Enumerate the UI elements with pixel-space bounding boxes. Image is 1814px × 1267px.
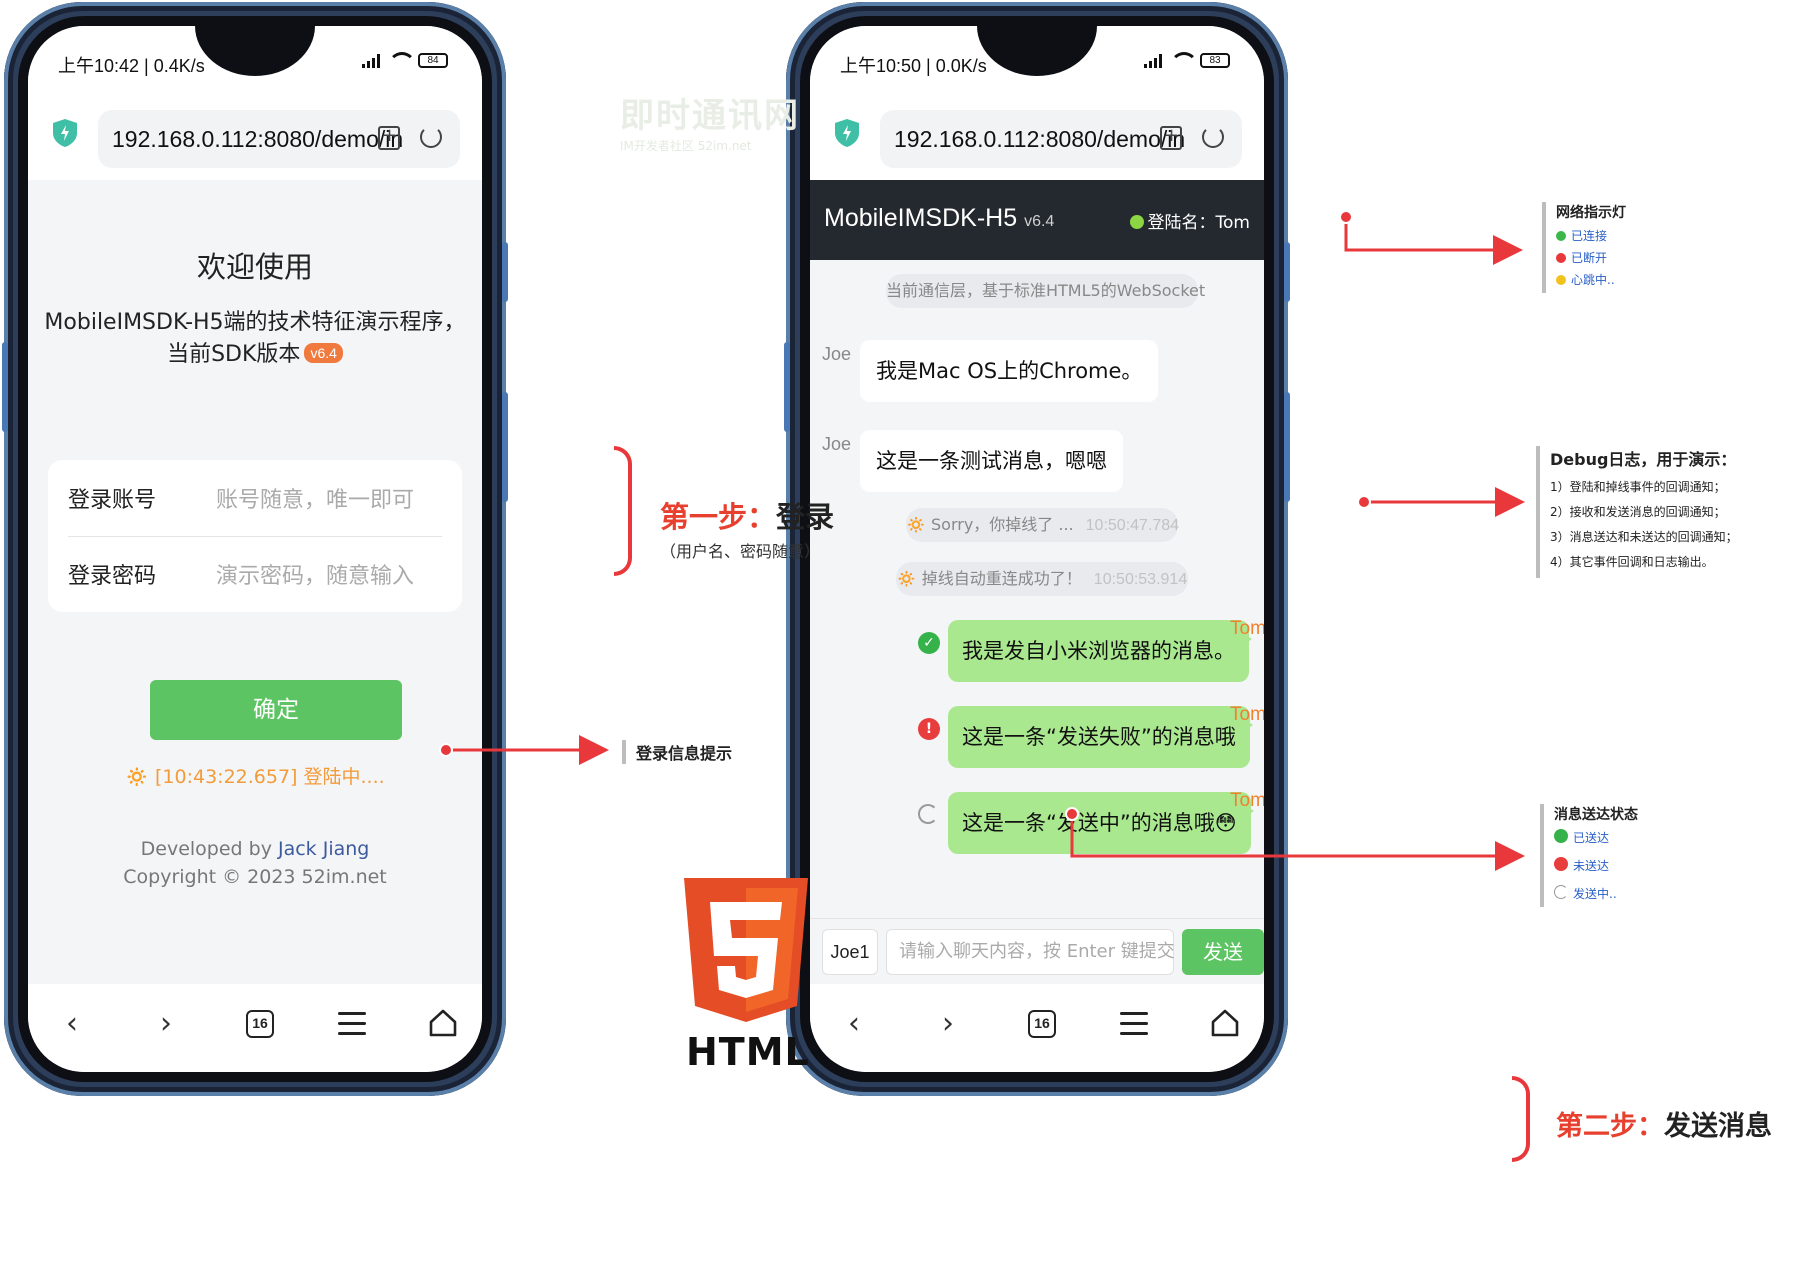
- step2-text: 发送消息: [1664, 1111, 1772, 1142]
- legend-connected: 已连接: [1556, 227, 1626, 244]
- debug-legend-title: Debug日志，用于演示：: [1550, 450, 1737, 469]
- step1-bracket: [614, 446, 632, 576]
- debug-line: 1）登陆和掉线事件的回调通知；: [1550, 480, 1726, 494]
- delivery-dot: [1065, 807, 1079, 821]
- login-tip-label: 登录信息提示: [622, 740, 732, 764]
- html5-logo-icon: [684, 878, 808, 1022]
- legend-connected-label: 已连接: [1571, 229, 1608, 243]
- legend-delivered: 已送达: [1554, 829, 1638, 846]
- network-legend: 网络指示灯 已连接 已断开 心跳中..: [1542, 202, 1626, 293]
- delivery-arrow: [1070, 814, 1525, 871]
- debug-legend: Debug日志，用于演示： 1）登陆和掉线事件的回调通知； 2）接收和发送消息的…: [1536, 446, 1738, 578]
- delivery-legend: 消息送达状态 已送达 未送达 发送中..: [1540, 804, 1638, 907]
- debug-line: 3）消息送达和未送达的回调通知；: [1550, 530, 1738, 544]
- legend-sending: 发送中..: [1554, 885, 1638, 902]
- failed-icon: [1554, 857, 1568, 871]
- delivery-legend-title: 消息送达状态: [1554, 807, 1638, 823]
- step2-prefix: 第二步：: [1556, 1111, 1664, 1142]
- annotation-arrows: [439, 210, 1525, 871]
- step1-subnote: （用户名、密码随意）: [660, 542, 821, 561]
- yellow-dot-icon: [1556, 275, 1566, 285]
- legend-disconnected: 已断开: [1556, 249, 1626, 266]
- step2-label: 第二步：发送消息: [1556, 1104, 1772, 1143]
- legend-failed: 未送达: [1554, 857, 1638, 874]
- step1-prefix: 第一步：: [660, 500, 777, 534]
- login-tip-dot: [439, 743, 453, 757]
- legend-failed-label: 未送达: [1573, 859, 1610, 873]
- red-dot-icon: [1556, 253, 1566, 263]
- network-dot: [1339, 210, 1353, 224]
- delivered-icon: [1554, 829, 1568, 843]
- legend-heartbeat: 心跳中..: [1556, 271, 1626, 288]
- step1-text: 登录: [776, 500, 835, 534]
- debug-dot: [1357, 495, 1371, 509]
- legend-sending-label: 发送中..: [1573, 887, 1617, 901]
- legend-heartbeat-label: 心跳中..: [1571, 273, 1615, 287]
- legend-disconnected-label: 已断开: [1571, 251, 1608, 265]
- step1-label: 第一步：登录: [660, 494, 834, 536]
- debug-line: 4）其它事件回调和日志输出。: [1550, 555, 1714, 569]
- html-label: HTML: [686, 1030, 810, 1074]
- legend-delivered-label: 已送达: [1573, 831, 1610, 845]
- debug-line: 2）接收和发送消息的回调通知；: [1550, 505, 1726, 519]
- sending-icon: [1554, 885, 1568, 899]
- green-dot-icon: [1556, 231, 1566, 241]
- step2-bracket: [1512, 1076, 1530, 1162]
- network-arrow: [1344, 217, 1523, 265]
- network-legend-title: 网络指示灯: [1556, 205, 1626, 221]
